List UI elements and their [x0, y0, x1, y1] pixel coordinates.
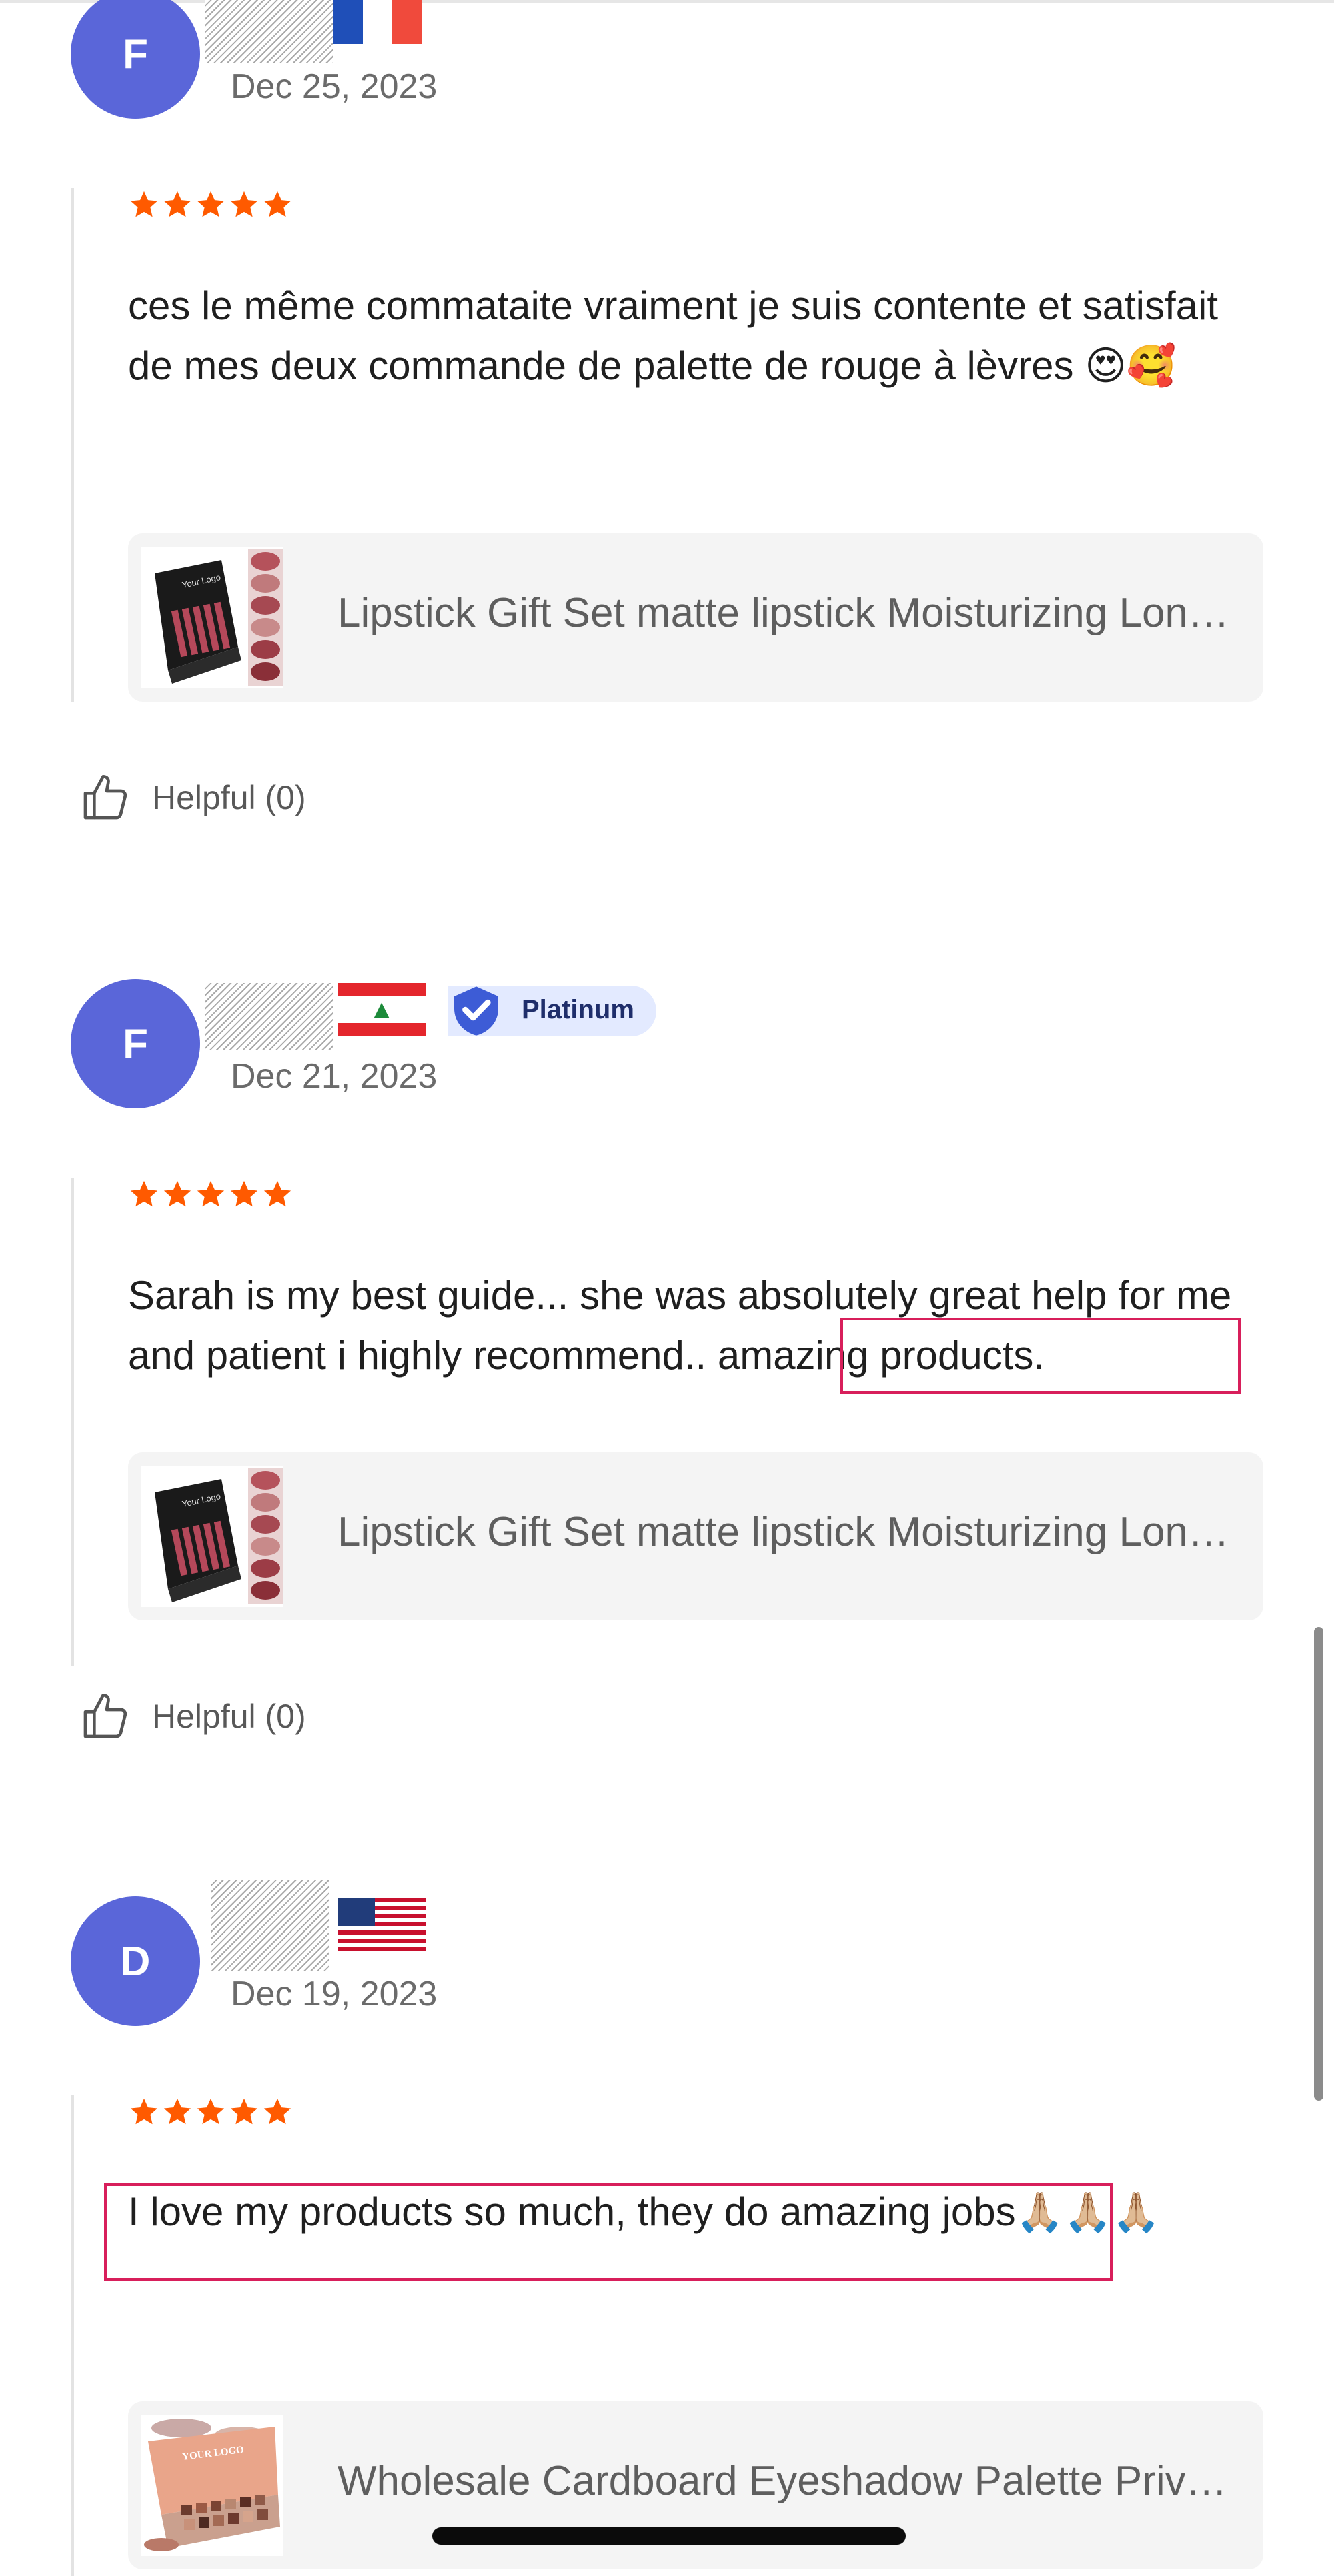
thumbs-up-icon — [83, 775, 127, 820]
star-icon — [230, 1180, 258, 1207]
star-icon — [230, 2098, 258, 2125]
star-rating — [128, 2097, 293, 2127]
product-title[interactable]: Lipstick Gift Set matte lipstick Moistur… — [338, 589, 1231, 637]
reviewer-name-masked — [211, 1880, 329, 1971]
product-thumbnail: Your Logo — [141, 547, 283, 688]
country-flag-icon — [334, 0, 422, 44]
review-card: F ▲ Platinum Dec 21, 2023 Sarah is my be… — [0, 974, 1334, 1840]
star-icon — [130, 1180, 158, 1207]
helpful-button[interactable]: Helpful (0) — [79, 1690, 306, 1743]
product-thumbnail: YOUR LOGO — [141, 2415, 283, 2556]
reviewer-name-masked — [205, 0, 334, 63]
star-icon — [263, 191, 291, 217]
thumbs-up-icon — [83, 1694, 127, 1738]
country-flag-icon — [338, 1898, 426, 1951]
review-body-divider — [71, 2095, 74, 2576]
country-flag-icon: ▲ — [338, 983, 426, 1036]
helpful-button[interactable]: Helpful (0) — [79, 771, 306, 824]
star-icon — [197, 2098, 225, 2125]
star-icon — [163, 1180, 191, 1207]
star-icon — [263, 2098, 291, 2125]
verified-shield-icon — [454, 986, 498, 1036]
star-icon — [230, 191, 258, 217]
review-body-divider — [71, 188, 74, 702]
review-date: Dec 19, 2023 — [231, 1975, 438, 2013]
cedar-icon: ▲ — [368, 995, 395, 1024]
star-rating — [128, 189, 293, 220]
product-card[interactable]: Your Logo Lipstick Gift Set matte lipsti… — [128, 533, 1263, 702]
helpful-label: Helpful (0) — [152, 1698, 306, 1735]
platinum-badge: Platinum — [448, 986, 656, 1036]
review-text: ces le même commataite vraiment je suis … — [128, 283, 1219, 388]
highlight-box — [840, 1318, 1241, 1394]
scrollbar[interactable] — [1314, 1627, 1323, 2101]
star-icon — [197, 1180, 225, 1207]
product-thumbnail: Your Logo — [141, 1466, 283, 1607]
home-indicator[interactable] — [432, 2527, 906, 2545]
star-icon — [163, 2098, 191, 2125]
review-card: D Dec 19, 2023 I love my products so muc… — [0, 1880, 1334, 2576]
star-icon — [263, 1180, 291, 1207]
review-date: Dec 21, 2023 — [231, 1057, 438, 1096]
star-icon — [130, 191, 158, 217]
badge-label: Platinum — [522, 995, 634, 1024]
star-icon — [163, 191, 191, 217]
review-body-divider — [71, 1178, 74, 1666]
review-card: F Dec 25, 2023 ces le même commataite vr… — [0, 0, 1334, 867]
reviewer-name-masked — [205, 983, 334, 1050]
product-card[interactable]: Your Logo Lipstick Gift Set matte lipsti… — [128, 1452, 1263, 1620]
avatar: F — [71, 979, 200, 1108]
avatar: D — [71, 1896, 200, 2026]
helpful-label: Helpful (0) — [152, 779, 306, 816]
review-date: Dec 25, 2023 — [231, 67, 438, 106]
star-icon — [130, 2098, 158, 2125]
star-icon — [197, 191, 225, 217]
highlight-box — [104, 2183, 1113, 2281]
product-title[interactable]: Wholesale Cardboard Eyeshadow Palette Pr… — [338, 2457, 1231, 2505]
star-rating — [128, 1179, 293, 1210]
avatar: F — [71, 0, 200, 119]
product-title[interactable]: Lipstick Gift Set matte lipstick Moistur… — [338, 1508, 1231, 1556]
